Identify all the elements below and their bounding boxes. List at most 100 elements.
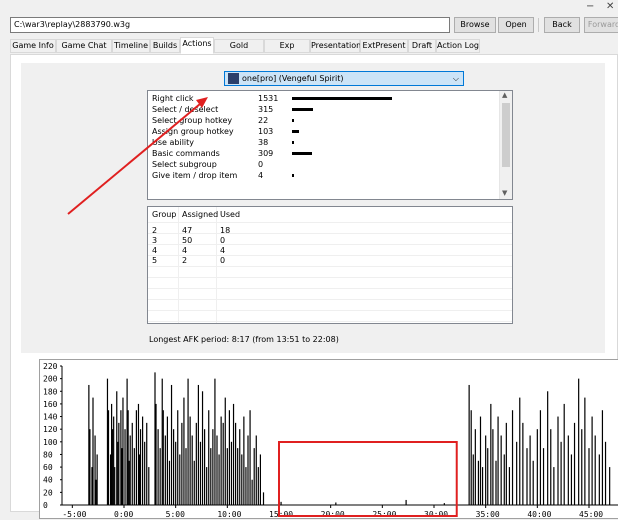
action-row[interactable]: Select / deselect 315 (152, 104, 492, 115)
action-row[interactable]: Select group hotkey 22 (152, 115, 492, 126)
x-tick-label: 0:00 (114, 510, 133, 519)
y-tick-label: 0 (43, 501, 48, 510)
row-divider (148, 310, 512, 311)
tab-presentation[interactable]: Presentation (310, 39, 361, 53)
action-count: 1531 (258, 94, 279, 103)
y-tick-label: 140 (43, 413, 58, 422)
group-cell: 3 (152, 236, 158, 245)
scroll-down-icon[interactable]: ▼ (502, 189, 507, 197)
action-label: Assign group hotkey (152, 127, 234, 136)
row-divider (148, 299, 512, 300)
group-cell: 4 (182, 246, 188, 255)
open-button[interactable]: Open (498, 17, 534, 33)
back-button[interactable]: Back (544, 17, 580, 33)
action-count-bar (292, 141, 295, 144)
y-tick-label: 40 (43, 476, 53, 485)
close-icon[interactable]: ✕ (606, 1, 614, 12)
action-row[interactable]: Give item / drop item 4 (152, 170, 492, 181)
group-column-header[interactable]: Group (152, 210, 176, 219)
action-count: 38 (258, 138, 269, 147)
group-hotkey-list[interactable]: Group Assigned Used 2 47 18 3 50 0 4 4 4 5 2 0 (147, 206, 513, 324)
action-row[interactable]: Assign group hotkey 103 (152, 126, 492, 137)
group-cell: 0 (220, 236, 226, 245)
tab-timeline[interactable]: Timeline (112, 39, 150, 53)
tab-extpresent[interactable]: ExtPresent (360, 39, 408, 53)
row-divider (148, 255, 512, 256)
x-tick-label: 35:00 (476, 510, 500, 519)
action-count: 0 (258, 160, 264, 169)
y-tick-label: 100 (43, 438, 58, 447)
action-count-bar (292, 97, 392, 100)
group-cell: 2 (152, 226, 158, 235)
title-bar: − ✕ (0, 0, 618, 16)
tab-actions[interactable]: Actions (180, 37, 214, 54)
tab-gold-timeline[interactable]: Gold timeline (214, 39, 264, 62)
group-column-header[interactable]: Assigned (182, 210, 218, 219)
x-tick-label: 20:00 (321, 510, 345, 519)
replay-path-input[interactable]: C:\war3\replay\2883790.w3g (10, 17, 450, 33)
player-select-dropdown[interactable]: one[pro] (Vengeful Spirit) ⌵ (224, 71, 464, 86)
action-list-scrollbar[interactable]: ▲ ▼ (499, 91, 512, 199)
x-tick-label: -5:00 (62, 510, 86, 519)
group-cell: 0 (220, 256, 226, 265)
tab-game-info[interactable]: Game Info (10, 39, 56, 53)
x-tick-label: 5:00 (166, 510, 185, 519)
x-tick-label: 25:00 (372, 510, 396, 519)
tab-draft[interactable]: Draft (408, 39, 436, 53)
x-tick-label: 45:00 (579, 510, 603, 519)
action-count: 4 (258, 171, 264, 180)
action-row[interactable]: Use ability 38 (152, 137, 492, 148)
action-list[interactable]: ▲ ▼ Right click 1531 Select / deselect 315 S… (147, 90, 513, 200)
chevron-down-icon: ⌵ (452, 74, 459, 83)
action-count: 22 (258, 116, 269, 125)
group-cell: 4 (152, 246, 158, 255)
action-count-bar (292, 152, 313, 155)
afk-period-label: Longest AFK period: 8:17 (from 13:51 to … (149, 335, 339, 344)
column-divider (178, 207, 179, 323)
forward-button[interactable]: Forward (584, 17, 618, 33)
row-divider (148, 288, 512, 289)
y-tick-label: 160 (43, 400, 58, 409)
y-tick-label: 60 (43, 463, 53, 472)
action-label: Select / deselect (152, 105, 219, 114)
group-column-header[interactable]: Used (220, 210, 240, 219)
row-divider (148, 321, 512, 322)
group-cell: 50 (182, 236, 193, 245)
y-tick-label: 180 (43, 387, 58, 396)
browse-button[interactable]: Browse (454, 17, 496, 33)
y-tick-label: 120 (43, 425, 58, 434)
action-row[interactable]: Right click 1531 (152, 93, 492, 104)
x-tick-label: 30:00 (424, 510, 448, 519)
action-count-bar (292, 130, 299, 133)
action-count: 309 (258, 149, 274, 158)
tab-builds[interactable]: Builds (150, 39, 180, 53)
x-tick-label: 10:00 (217, 510, 241, 519)
actions-content: one[pro] (Vengeful Spirit) ⌵ ▲ ▼ Right c… (21, 63, 618, 519)
x-tick-label: 15:00 (269, 510, 293, 519)
row-divider (148, 222, 512, 223)
tab-bar: Game Info Game Chat Timeline Builds Actions G… (10, 37, 618, 62)
scroll-up-icon[interactable]: ▲ (502, 91, 507, 99)
apm-graph-svg: 0 20 40 60 80 100 120 140 160 180 200 220 -5:00 0:00 5… (43, 362, 618, 519)
action-count-bar (292, 119, 294, 122)
action-label: Right click (152, 94, 194, 103)
action-row[interactable]: Basic commands 309 (152, 148, 492, 159)
tab-exp-timeline[interactable]: Exp timeline (264, 39, 310, 62)
group-cell: 4 (220, 246, 226, 255)
action-label: Select subgroup (152, 160, 217, 169)
group-cell: 47 (182, 226, 193, 235)
y-tick-label: 200 (43, 375, 58, 384)
action-row[interactable]: Select subgroup 0 (152, 159, 492, 170)
action-label: Use ability (152, 138, 195, 147)
group-cell: 5 (152, 256, 158, 265)
action-count-bar (292, 174, 294, 177)
scroll-thumb[interactable] (502, 103, 510, 167)
action-label: Select group hotkey (152, 116, 233, 125)
player-select-value: one[pro] (Vengeful Spirit) (242, 74, 344, 83)
toolbar-separator (538, 18, 539, 32)
action-count-bar (292, 108, 313, 111)
hero-portrait-icon (228, 73, 239, 84)
tab-game-chat[interactable]: Game Chat (56, 39, 112, 53)
tab-action-log[interactable]: Action Log (436, 39, 480, 53)
minimize-icon[interactable]: − (586, 1, 594, 12)
